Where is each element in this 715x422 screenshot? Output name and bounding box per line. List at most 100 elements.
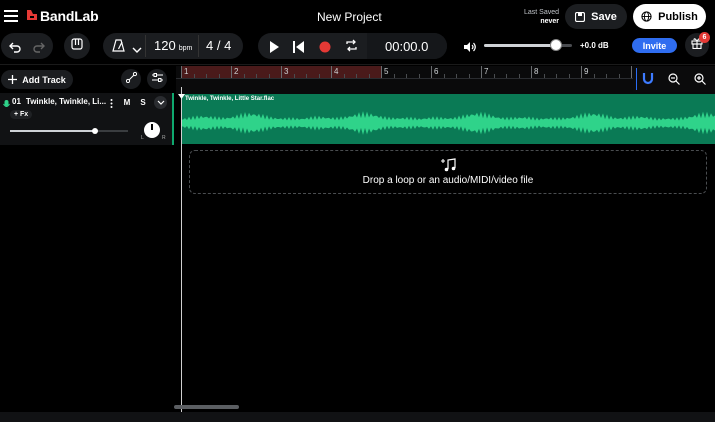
ruler-number: 1 [184,67,189,76]
save-icon [575,11,586,22]
ruler-number: 6 [434,67,439,76]
piano-button[interactable] [64,33,90,59]
ruler-major-tick [431,66,432,78]
pan-left-label: L [141,135,144,141]
bpm-control[interactable]: 120 bpm [154,38,192,53]
menu-icon[interactable] [4,9,18,22]
save-label: Save [591,10,617,23]
ruler-number: 8 [534,67,539,76]
playhead-handle[interactable] [178,86,185,99]
skip-back-icon[interactable] [293,40,304,58]
ruler-major-tick [331,66,332,78]
mute-button[interactable]: M [121,96,133,108]
track-volume-slider[interactable] [10,128,128,134]
bpm-value: 120 [154,38,176,53]
redo-icon[interactable] [33,40,45,58]
pan-right-label: R [162,135,166,141]
track-expand-button[interactable] [154,96,167,109]
ruler-major-tick [481,66,482,78]
zoom-in-icon[interactable] [694,72,706,90]
toolbar-divider [0,64,715,65]
timeline-edge-marker [636,68,637,90]
last-saved-status: Last Saved never [515,8,559,26]
invite-button[interactable]: Invite [632,38,677,53]
master-volume-fill [484,44,557,47]
transport-group: 00:00.0 [258,33,447,59]
add-track-label: Add Track [22,74,66,85]
ruler-major-tick [181,66,182,78]
publish-button[interactable]: Publish [633,4,706,29]
track-title[interactable]: 01 Twinkle, Twinkle, Li... [12,97,106,106]
track-settings-button[interactable] [147,69,167,89]
ruler-number: 4 [334,67,339,76]
solo-button[interactable]: S [137,96,149,108]
track-volume-fill [10,130,95,132]
track-number: 01 [12,97,21,106]
track-name: Twinkle, Twinkle, Li... [25,97,107,106]
globe-icon [641,11,652,22]
add-track-button[interactable]: Add Track [1,70,73,89]
time-signature[interactable]: 4 / 4 [206,38,231,53]
ruler-number: 5 [384,67,389,76]
invite-label: Invite [642,40,667,51]
master-volume-slider[interactable] [484,39,572,51]
publish-label: Publish [658,10,698,23]
settings-icon [151,70,163,88]
last-saved-value: never [540,18,559,25]
fx-button[interactable]: + Fx [10,110,33,119]
automation-icon [125,70,137,88]
ruler-major-tick [231,66,232,78]
metronome-icon[interactable] [112,39,125,57]
piano-icon [71,37,83,55]
audio-clip[interactable]: Twinkle, Twinkle, Little Star.flac [181,94,715,144]
horizontal-scrollbar[interactable] [174,405,239,409]
top-header: BandLab New Project Last Saved never Sav… [0,0,715,32]
ruler-major-tick [381,66,382,78]
pan-knob-indicator [151,124,153,130]
ruler-number: 3 [284,67,289,76]
divider [145,35,146,57]
speaker-icon[interactable] [463,40,477,58]
track-more-icon[interactable] [110,96,113,108]
master-volume-knob[interactable] [550,39,563,51]
ruler-major-tick [531,66,532,78]
last-saved-label: Last Saved [523,9,559,16]
magnet-icon[interactable] [642,72,654,90]
record-icon[interactable] [319,40,331,58]
plus-icon [8,75,18,84]
track-volume-knob[interactable] [91,128,98,134]
ruler-major-tick [631,66,632,78]
bpm-unit: bpm [178,45,193,52]
project-title[interactable]: New Project [317,10,382,24]
bandlab-logo-icon [25,8,39,22]
ruler-major-tick [581,66,582,78]
master-volume-label: +0.0 dB [580,41,609,50]
undo-redo-group [1,33,53,59]
ruler-number: 2 [234,67,239,76]
time-display[interactable]: 00:00.0 [385,39,428,54]
playhead[interactable] [181,87,182,412]
save-button[interactable]: Save [565,4,627,29]
drop-zone-text: Drop a loop or an audio/MIDI/video file [362,175,534,186]
ruler-number: 7 [484,67,489,76]
ruler-major-tick [281,66,282,78]
ruler-number: 9 [584,67,589,76]
play-icon[interactable] [269,40,279,58]
drop-zone[interactable]: Drop a loop or an audio/MIDI/video file [189,150,707,194]
pan-knob[interactable] [144,122,160,138]
undo-icon[interactable] [9,40,21,58]
bottom-bar [0,412,715,422]
tempo-group: 120 bpm 4 / 4 [103,33,243,59]
gift-badge: 6 [699,32,710,43]
zoom-out-icon[interactable] [668,72,680,90]
chevron-down-icon[interactable] [132,41,142,59]
chevron-down-icon [157,100,164,105]
automation-button[interactable] [121,69,141,89]
app-name: BandLab [40,8,99,24]
divider [198,35,199,57]
microphone-icon [3,97,10,115]
track-header[interactable]: 01 Twinkle, Twinkle, Li... M S + Fx L R [0,93,174,145]
loop-icon[interactable] [345,39,358,57]
waveform [181,111,715,135]
timeline-tools [633,66,715,92]
